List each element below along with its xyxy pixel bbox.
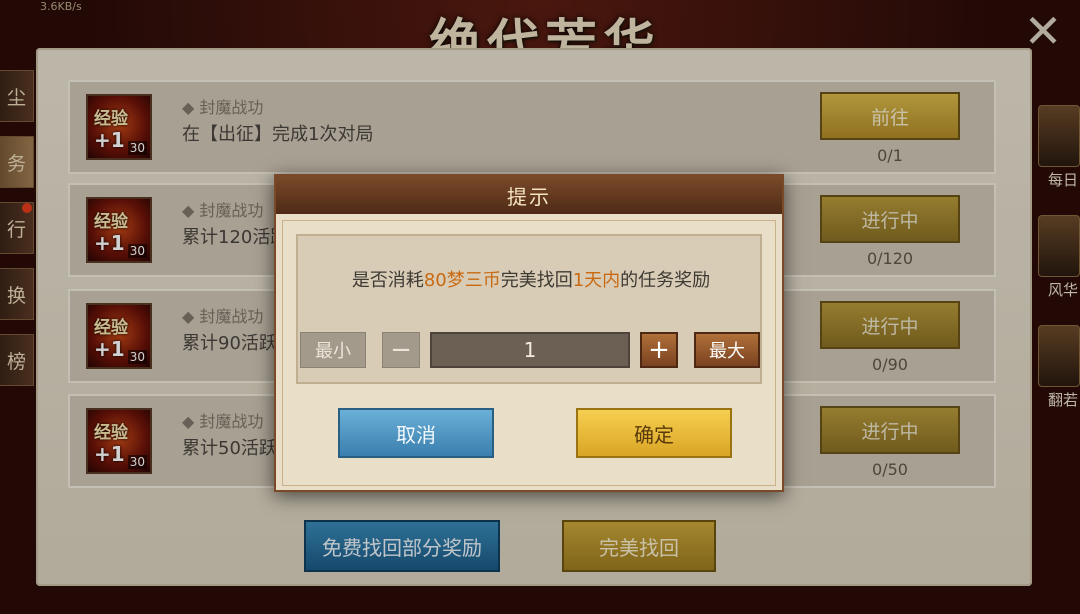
task-description: 累计50活跃 [182,438,277,459]
exp-reward-icon: 经验 +1 30 [86,94,152,160]
reward-count: 30 [127,455,147,469]
right-item-fenghua[interactable]: 风华 [1038,215,1080,325]
dialog-header: 提示 [276,176,782,214]
max-button[interactable]: 最大 [694,332,760,368]
exp-reward-icon [1038,105,1080,167]
reward-count: 30 [127,141,147,155]
perfect-recover-button[interactable]: 完美找回 [562,520,716,572]
task-row: 经验 +1 30 ◆ 封魔战功 在【出征】完成1次对局 前往 0/1 [68,80,996,174]
confirm-button[interactable]: 确定 [576,408,732,458]
minus-button[interactable]: − [382,332,420,368]
dialog-message: 是否消耗80梦三币完美找回1天内的任务奖励 [298,266,764,292]
character-icon [1038,215,1080,277]
reward-plus: +1 [94,231,125,255]
notification-dot [22,203,32,213]
right-item-label: 翻若 [1047,391,1078,409]
task-category: ◆ 封魔战功 [182,201,264,220]
right-item-label: 每日 [1047,171,1078,189]
reward-label: 经验 [94,212,128,232]
task-progress: 0/90 [872,355,908,374]
right-item-daily[interactable]: 每日 [1038,105,1080,215]
reward-plus: +1 [94,442,125,466]
left-tab-5[interactable]: 榜 [0,334,34,386]
right-item-avatar[interactable]: 翻若 [1038,325,1080,435]
msg-days: 1天内 [572,270,621,291]
task-description: 在【出征】完成1次对局 [182,124,374,145]
right-side-bar: 每日 风华 翻若 [1038,105,1080,435]
exp-reward-icon: 经验 +1 30 [86,408,152,474]
avatar-icon [1038,325,1080,387]
reward-count: 30 [127,350,147,364]
task-progress: 0/50 [872,460,908,479]
exp-reward-icon: 经验 +1 30 [86,197,152,263]
confirm-dialog: 提示 是否消耗80梦三币完美找回1天内的任务奖励 最小 − + 最大 取消 确定 [274,174,784,492]
task-description: 累计120活跃 [182,227,289,248]
task-progress: 0/120 [866,249,914,268]
go-button[interactable]: 前往 [820,92,960,140]
msg-part2: 完美找回 [500,270,573,291]
reward-plus: +1 [94,337,125,361]
plus-button[interactable]: + [640,332,678,368]
in-progress-button[interactable]: 进行中 [820,301,960,349]
task-description: 累计90活跃 [182,333,277,354]
left-tab-4[interactable]: 换 [0,268,34,320]
in-progress-button[interactable]: 进行中 [820,406,960,454]
exp-reward-icon: 经验 +1 30 [86,303,152,369]
task-category: ◆ 封魔战功 [182,307,264,326]
in-progress-button[interactable]: 进行中 [820,195,960,243]
msg-part3: 的任务奖励 [620,270,711,291]
msg-cost: 80梦三币 [423,270,501,291]
min-button[interactable]: 最小 [300,332,366,368]
quantity-input[interactable] [430,332,630,368]
left-tab-bar: 尘 务 行 换 榜 [0,70,34,400]
task-category: ◆ 封魔战功 [182,98,264,117]
network-status: 3.6KB/s [40,0,82,13]
reward-label: 经验 [94,109,128,129]
task-category: ◆ 封魔战功 [182,412,264,431]
dialog-title: 提示 [507,184,551,209]
left-tab-2[interactable]: 务 [0,136,34,188]
reward-label: 经验 [94,423,128,443]
msg-part1: 是否消耗 [351,270,424,291]
reward-count: 30 [127,244,147,258]
free-recover-button[interactable]: 免费找回部分奖励 [304,520,500,572]
task-progress: 0/1 [877,146,903,165]
right-item-label: 风华 [1047,281,1078,299]
left-tab-1[interactable]: 尘 [0,70,34,122]
reward-label: 经验 [94,318,128,338]
reward-plus: +1 [94,128,125,152]
cancel-button[interactable]: 取消 [338,408,494,458]
